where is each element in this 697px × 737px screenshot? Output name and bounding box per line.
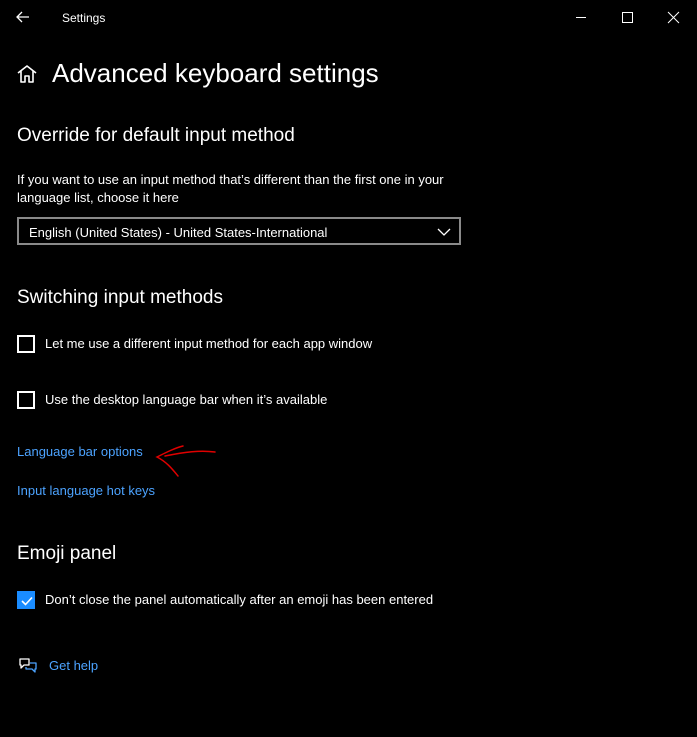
close-button[interactable] (650, 0, 696, 34)
emoji-keep-open-label: Don’t close the panel automatically afte… (45, 592, 434, 607)
title-bar: Settings (0, 0, 697, 34)
desktop-language-bar-checkbox[interactable] (17, 391, 35, 409)
back-arrow-icon[interactable] (12, 6, 36, 28)
checkmark-icon (21, 596, 33, 606)
maximize-button[interactable] (604, 0, 650, 34)
override-description: If you want to use an input method that’… (17, 172, 444, 205)
switching-heading: Switching input methods (17, 287, 223, 308)
desktop-language-bar-label: Use the desktop language bar when it’s a… (45, 392, 328, 407)
home-icon[interactable] (16, 64, 38, 84)
get-help-link[interactable]: Get help (49, 658, 98, 673)
language-bar-options-link[interactable]: Language bar options (17, 444, 143, 459)
per-app-input-method-checkbox[interactable] (17, 335, 35, 353)
close-icon (667, 11, 680, 24)
emoji-keep-open-checkbox[interactable] (17, 591, 35, 609)
input-method-dropdown[interactable]: English (United States) - United States-… (17, 217, 461, 245)
minimize-button[interactable] (558, 0, 604, 34)
dropdown-selected-value: English (United States) - United States-… (29, 225, 328, 240)
chevron-down-icon (437, 225, 451, 239)
minimize-icon (576, 17, 586, 18)
red-arrow-annotation (145, 440, 225, 480)
window-title: Settings (62, 11, 106, 25)
override-heading: Override for default input method (17, 125, 295, 146)
input-language-hot-keys-link[interactable]: Input language hot keys (17, 483, 155, 498)
maximize-icon (622, 12, 633, 23)
help-chat-icon[interactable] (17, 656, 39, 676)
page-title: Advanced keyboard settings (52, 58, 379, 88)
per-app-input-method-label: Let me use a different input method for … (45, 336, 373, 351)
emoji-heading: Emoji panel (17, 543, 117, 564)
